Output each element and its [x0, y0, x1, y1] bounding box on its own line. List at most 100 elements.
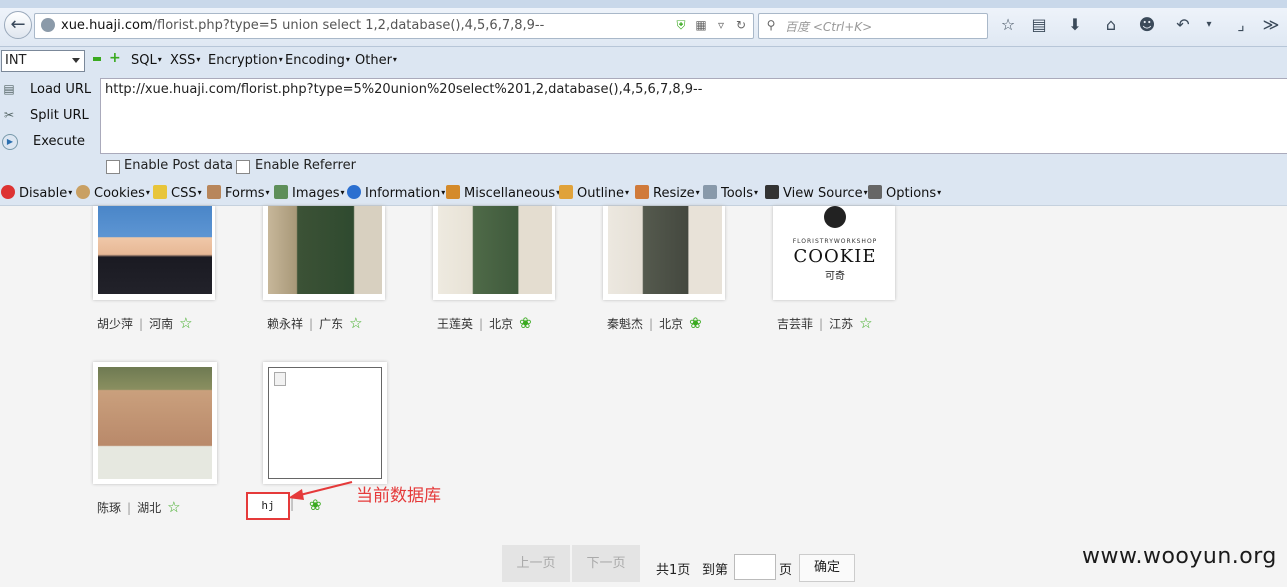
menu-outline-label: Outline: [577, 186, 625, 201]
florist-name[interactable]: 赖永祥: [267, 317, 303, 331]
dropdown-icon[interactable]: ▿: [713, 17, 729, 33]
split-url-button[interactable]: ✂ Split URL: [0, 104, 100, 128]
home-icon[interactable]: ⌂: [1100, 14, 1122, 36]
bookmark-star-icon[interactable]: ☆: [997, 14, 1019, 36]
goto-label: 到第: [702, 563, 729, 578]
misc-icon: [446, 185, 460, 199]
navigation-bar: ← xue.huaji.com/florist.php?type=5 union…: [0, 8, 1287, 47]
flower-icon[interactable]: ❀: [519, 314, 532, 332]
florist-region: 江苏: [829, 317, 854, 331]
star-icon[interactable]: ☆: [349, 314, 362, 332]
divider: |: [139, 317, 144, 331]
florist-photo[interactable]: [268, 206, 382, 294]
type-select[interactable]: INT: [1, 50, 85, 72]
star-icon[interactable]: ☆: [859, 314, 872, 332]
injected-value[interactable]: hj: [246, 492, 290, 520]
menu-icon[interactable]: ≫: [1260, 14, 1282, 36]
reading-list-icon[interactable]: ▤: [1028, 14, 1050, 36]
menu-encoding[interactable]: Encoding: [285, 53, 350, 68]
florist-card[interactable]: [93, 362, 217, 484]
enable-post-checkbox[interactable]: [106, 160, 120, 174]
menu-information[interactable]: Information: [347, 185, 445, 201]
cookie-logo[interactable]: FLORISTRYWORKSHOP COOKIE 可奇: [778, 206, 892, 294]
outline-pencil-icon: [559, 185, 573, 199]
load-url-button[interactable]: ▤ Load URL: [0, 78, 100, 102]
florist-card[interactable]: [433, 206, 555, 300]
florist-card[interactable]: FLORISTRYWORKSHOP COOKIE 可奇: [773, 206, 895, 300]
minus-icon[interactable]: [93, 57, 101, 61]
menu-other[interactable]: Other: [355, 53, 397, 68]
qr-icon[interactable]: ▦: [693, 17, 709, 33]
florist-card[interactable]: [93, 206, 215, 300]
florist-name[interactable]: 胡少萍: [97, 317, 133, 331]
menu-information-label: Information: [365, 186, 441, 201]
menu-cookies-label: Cookies: [94, 186, 145, 201]
menu-outline[interactable]: Outline: [559, 185, 629, 201]
divider: |: [309, 317, 314, 331]
url-textarea[interactable]: http://xue.huaji.com/florist.php?type=5%…: [100, 78, 1287, 154]
menu-disable[interactable]: Disable: [1, 185, 72, 201]
search-bar[interactable]: ⚲ 百度 <Ctrl+K>: [758, 13, 988, 39]
florist-photo[interactable]: [98, 367, 212, 479]
menu-cookies[interactable]: Cookies: [76, 185, 150, 201]
download-icon[interactable]: ⬇: [1064, 14, 1086, 36]
star-icon[interactable]: ☆: [167, 498, 180, 516]
undo-icon[interactable]: ↶: [1172, 14, 1194, 36]
back-button[interactable]: ←: [4, 11, 32, 39]
florist-region: 河南: [149, 317, 174, 331]
menu-view-source-label: View Source: [783, 186, 863, 201]
menu-tools[interactable]: Tools: [703, 185, 758, 201]
florist-name[interactable]: 陈琢: [97, 501, 121, 515]
pencil-icon: [153, 185, 167, 199]
load-url-label: Load URL: [30, 82, 92, 97]
menu-options[interactable]: Options: [868, 185, 941, 201]
menu-tools-label: Tools: [721, 186, 754, 201]
menu-images[interactable]: Images: [274, 185, 345, 201]
address-text[interactable]: xue.huaji.com/florist.php?type=5 union s…: [61, 18, 544, 33]
menu-miscellaneous-label: Miscellaneous: [464, 186, 556, 201]
florist-label: 陈琢 | 湖北 ☆: [97, 498, 181, 516]
globe-icon: [41, 18, 55, 32]
chat-icon[interactable]: ☻: [1136, 14, 1158, 36]
menu-miscellaneous[interactable]: Miscellaneous: [446, 185, 560, 201]
menu-resize[interactable]: Resize: [635, 185, 700, 201]
flower-icon[interactable]: ❀: [689, 314, 702, 332]
florist-name[interactable]: 吉芸菲: [777, 317, 813, 331]
undo-menu-icon[interactable]: ▾: [1198, 14, 1220, 36]
florist-card[interactable]: [263, 206, 385, 300]
enable-referrer-checkbox[interactable]: [236, 160, 250, 174]
florist-photo[interactable]: [608, 206, 722, 294]
divider: |: [127, 501, 132, 515]
next-page-button[interactable]: 下一页: [572, 545, 640, 582]
address-host: xue.huaji.com: [61, 18, 153, 33]
florist-photo[interactable]: [98, 206, 212, 294]
florist-card[interactable]: [603, 206, 725, 300]
florist-photo[interactable]: [438, 206, 552, 294]
menu-resize-label: Resize: [653, 186, 695, 201]
broken-image[interactable]: [268, 367, 382, 479]
menu-sql[interactable]: SQL: [131, 53, 162, 68]
chevron-down-icon: [72, 58, 80, 63]
crop-icon[interactable]: ⌟: [1230, 14, 1252, 36]
menu-encryption[interactable]: Encryption: [208, 53, 283, 68]
menu-xss[interactable]: XSS: [170, 53, 200, 68]
florist-region: 广东: [319, 317, 344, 331]
star-icon[interactable]: ☆: [179, 314, 192, 332]
reload-icon[interactable]: ↻: [733, 17, 749, 33]
menu-forms[interactable]: Forms: [207, 185, 270, 201]
page-unit-label: 页: [779, 563, 793, 578]
confirm-button[interactable]: 确定: [799, 554, 855, 582]
page-number-input[interactable]: [734, 554, 776, 580]
menu-view-source[interactable]: View Source: [765, 185, 868, 201]
florist-name[interactable]: 秦魁杰: [607, 317, 643, 331]
address-bar[interactable]: xue.huaji.com/florist.php?type=5 union s…: [34, 13, 754, 39]
florist-name[interactable]: 王莲英: [437, 317, 473, 331]
florist-card[interactable]: [263, 362, 387, 484]
menu-css[interactable]: CSS: [153, 185, 202, 201]
total-pages: 共1页: [656, 563, 691, 578]
execute-button[interactable]: ▶ Execute: [0, 130, 100, 154]
prev-page-button[interactable]: 上一页: [502, 545, 570, 582]
disable-icon: [1, 185, 15, 199]
shield-icon[interactable]: ⛨: [673, 17, 689, 33]
plus-icon[interactable]: +: [109, 50, 121, 66]
